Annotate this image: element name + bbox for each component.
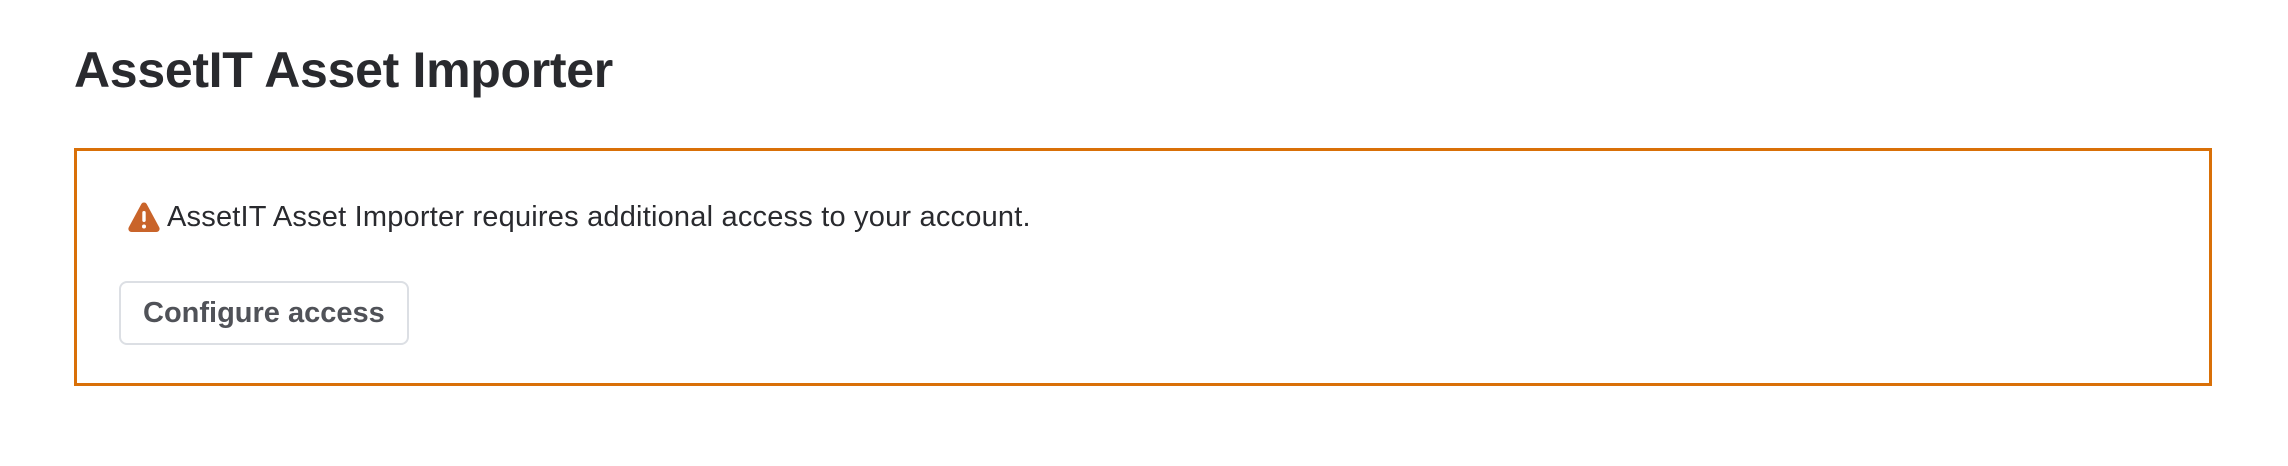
access-warning-panel: AssetIT Asset Importer requires addition… bbox=[74, 148, 2212, 386]
app-page: AssetIT Asset Importer AssetIT Asset Imp… bbox=[0, 0, 2288, 466]
configure-access-button[interactable]: Configure access bbox=[119, 281, 409, 345]
warning-message: AssetIT Asset Importer requires addition… bbox=[167, 201, 1031, 233]
warning-icon bbox=[127, 200, 161, 234]
page-title: AssetIT Asset Importer bbox=[74, 42, 613, 98]
warning-message-row: AssetIT Asset Importer requires addition… bbox=[127, 197, 1031, 237]
